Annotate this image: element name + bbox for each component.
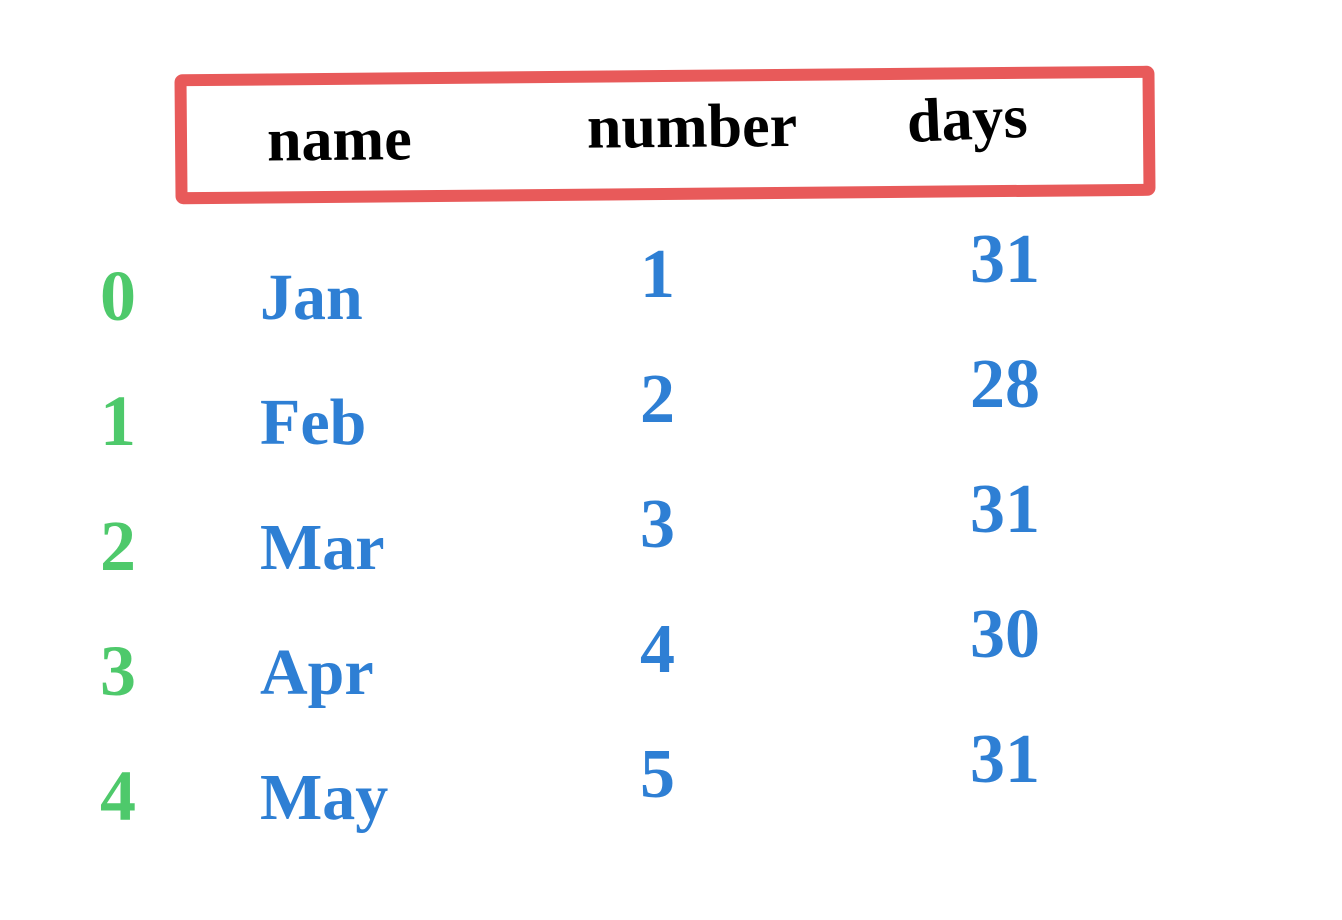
column-header-box: name number days (174, 66, 1155, 205)
row-index: 3 (100, 630, 136, 713)
table-row: 4 May 5 31 (100, 745, 1160, 865)
cell-number: 4 (640, 610, 675, 690)
column-header-number: number (587, 91, 798, 164)
row-index: 0 (100, 255, 136, 338)
column-header-name: name (267, 104, 412, 176)
cell-days: 31 (970, 470, 1040, 550)
cell-number: 3 (640, 485, 675, 565)
dataframe-diagram: name number days 0 Jan 1 31 1 Feb 2 28 2… (40, 40, 1302, 880)
row-index: 1 (100, 380, 136, 463)
column-header-days: days (905, 82, 1029, 158)
cell-name: May (260, 760, 388, 836)
cell-days: 31 (970, 220, 1040, 300)
cell-days: 31 (970, 720, 1040, 800)
cell-days: 30 (970, 595, 1040, 675)
cell-number: 1 (640, 235, 675, 315)
cell-name: Apr (260, 635, 374, 711)
cell-days: 28 (970, 345, 1040, 425)
cell-number: 2 (640, 360, 675, 440)
row-index: 4 (100, 755, 136, 838)
cell-name: Feb (260, 385, 366, 461)
cell-name: Jan (260, 260, 363, 336)
cell-name: Mar (260, 510, 385, 586)
row-index: 2 (100, 505, 136, 588)
cell-number: 5 (640, 735, 675, 815)
